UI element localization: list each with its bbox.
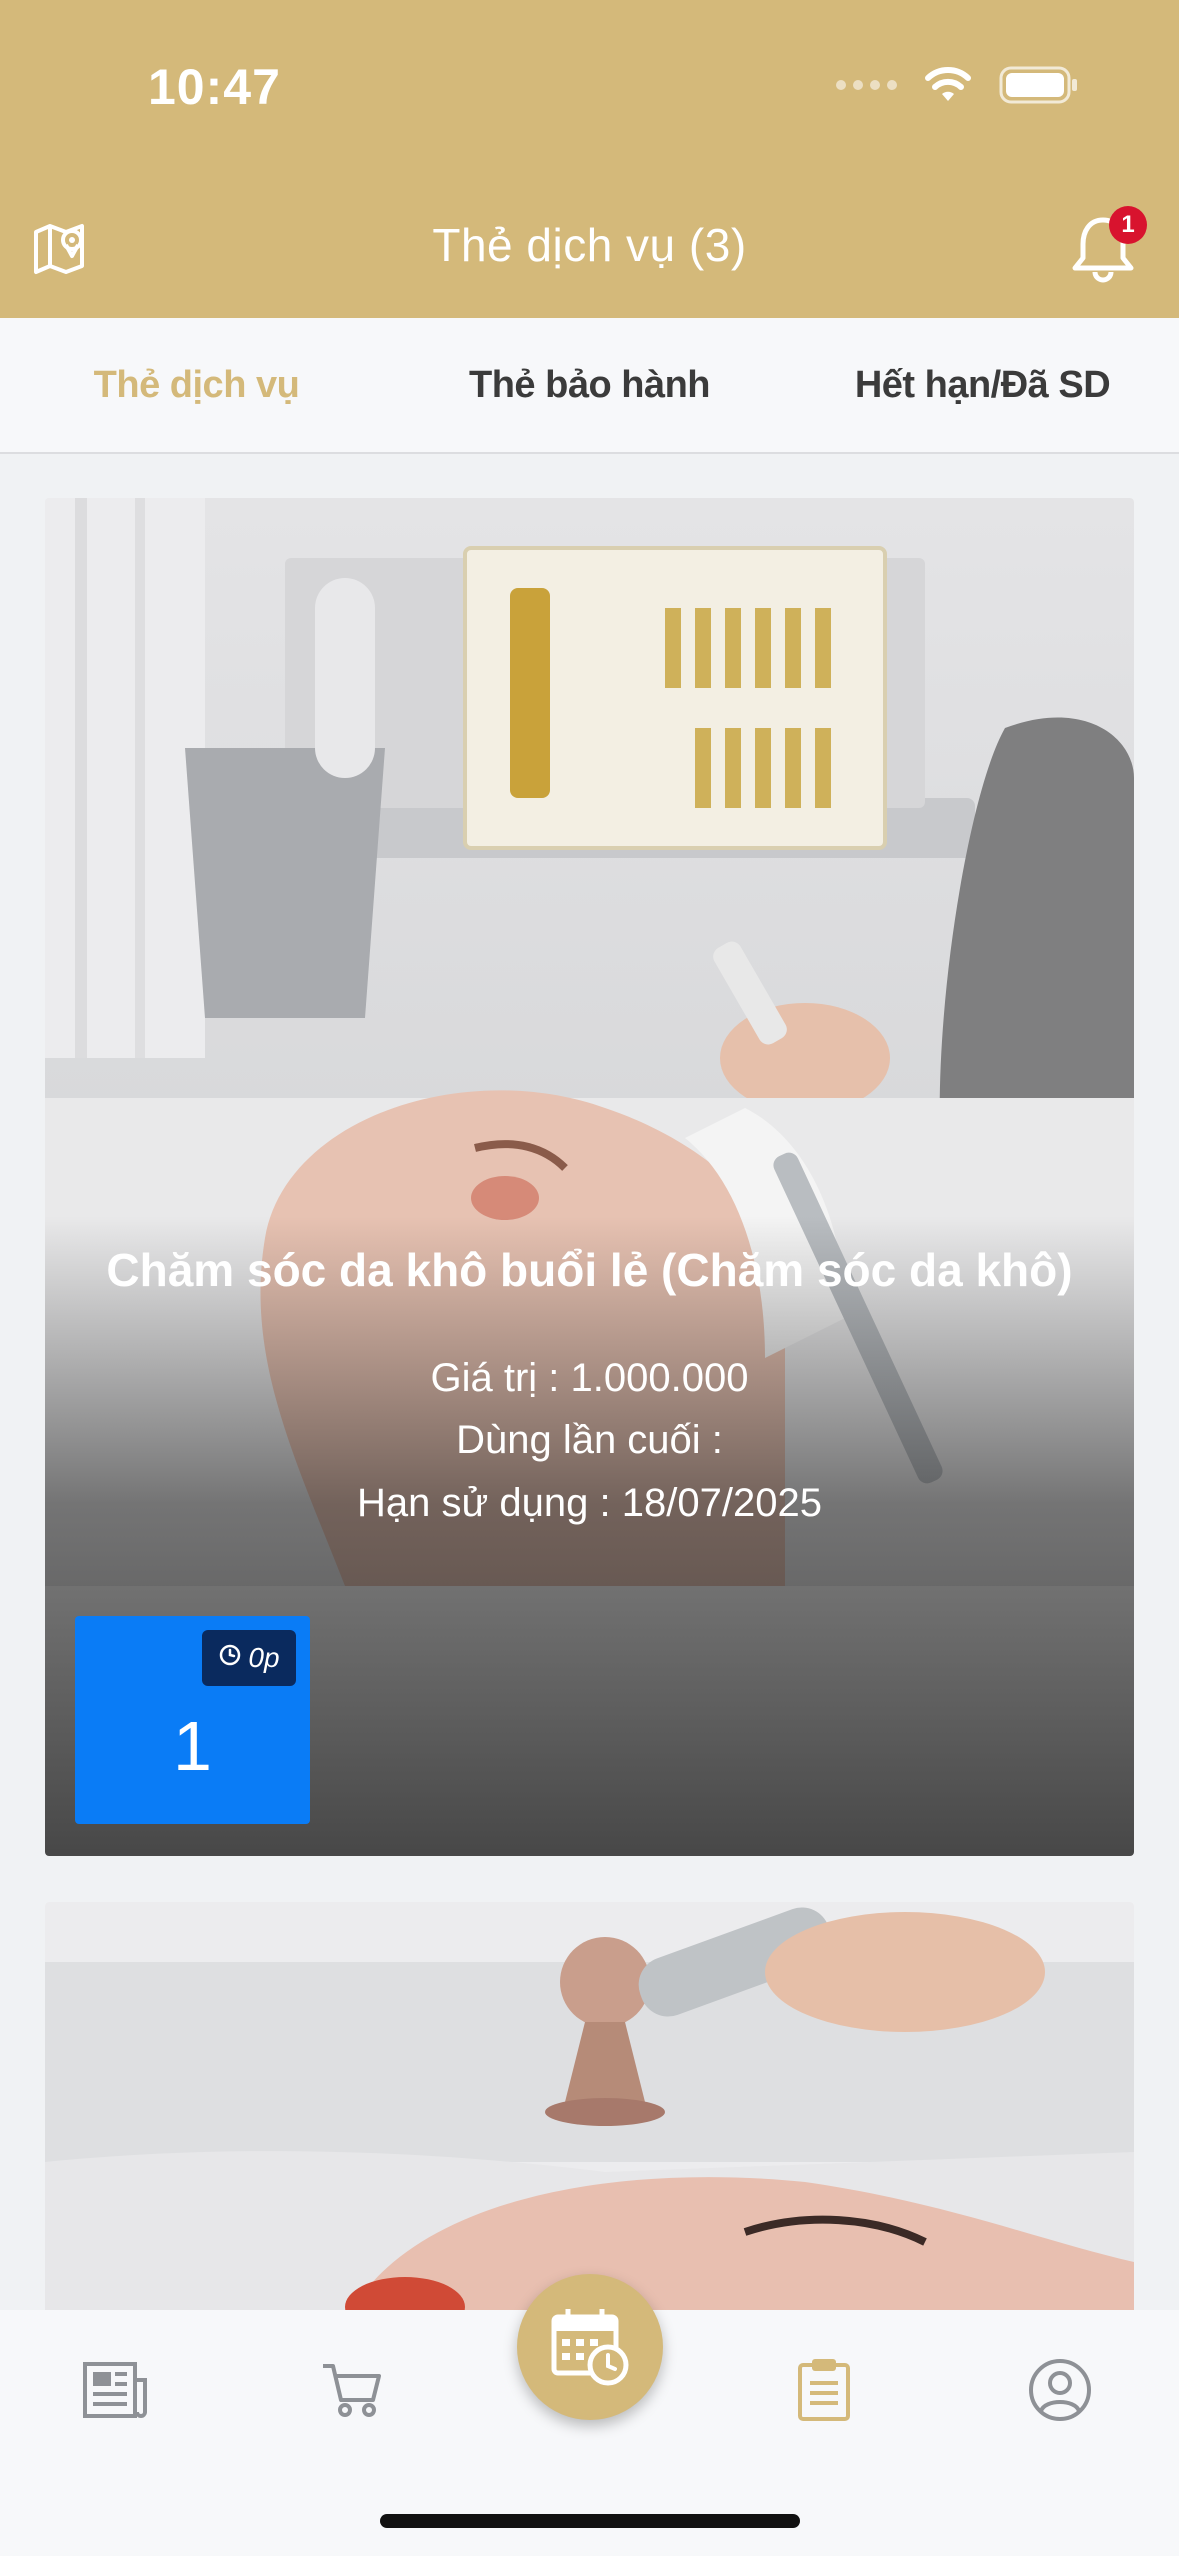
tab-expired-used[interactable]: Hết hạn/Đã SD [786,318,1179,452]
clipboard-icon[interactable] [784,2350,864,2430]
status-time: 10:47 [148,59,281,115]
session-duration: 0p [248,1642,280,1673]
wifi-icon [925,67,971,103]
tab-warranty-cards[interactable]: Thẻ bảo hành [393,318,786,452]
signal-icon [836,80,897,90]
calendar-clock-icon[interactable] [517,2274,663,2420]
clock-icon [218,1642,242,1674]
session-tile[interactable]: 0p 1 [75,1616,310,1824]
service-card[interactable]: Chăm sóc da khô buổi lẻ (Chăm sóc da khô… [45,498,1134,1856]
service-expiry: Hạn sử dụng : 18/07/2025 [357,1481,822,1525]
cart-icon[interactable] [312,2350,392,2430]
app-header: 10:47 Thẻ dịch vụ (3) 1 [0,0,1179,318]
service-card[interactable] [45,1902,1134,2322]
service-last-used: Dùng lần cuối : [456,1418,723,1462]
session-duration-badge: 0p [202,1630,296,1686]
service-value: Giá trị : 1.000.000 [430,1356,749,1400]
page-title: Thẻ dịch vụ (3) [432,219,747,271]
tab-service-cards[interactable]: Thẻ dịch vụ [0,318,393,452]
service-title: Chăm sóc da khô buổi lẻ (Chăm sóc da khô… [106,1244,1073,1296]
status-indicators [836,66,1079,104]
home-indicator [380,2514,800,2528]
user-icon[interactable] [1020,2350,1100,2430]
session-count: 1 [173,1707,212,1785]
notification-badge: 1 [1109,206,1147,244]
tab-bar: Thẻ dịch vụ Thẻ bảo hành Hết hạn/Đã SD [0,318,1179,454]
battery-icon [999,66,1079,104]
bell-icon[interactable]: 1 [1065,206,1147,286]
news-icon[interactable] [76,2350,156,2430]
service-photo [45,1902,1134,2322]
